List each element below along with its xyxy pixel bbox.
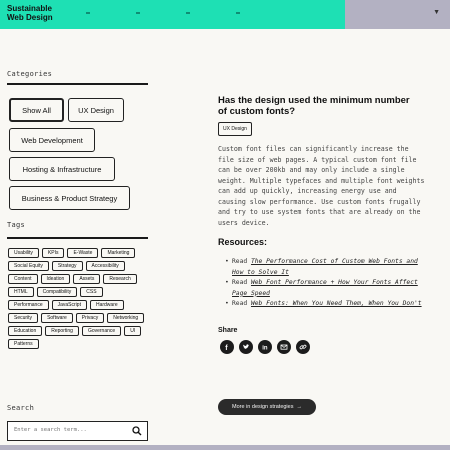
category-business-product-strategy[interactable]: Business & Product Strategy [9,186,130,210]
divider [7,83,148,85]
tag-reporting[interactable]: Reporting [45,326,79,336]
resource-prefix: Read [232,258,251,265]
tag-content[interactable]: Content [8,274,38,284]
resources-heading: Resources: [218,237,268,247]
search-box [7,421,148,441]
resource-prefix: Read [232,279,251,287]
share-facebook-button[interactable]: f [220,340,234,354]
page-title: Has the design used the minimum number o… [218,95,410,117]
share-linkedin-button[interactable]: in [258,340,272,354]
site-logo[interactable]: Sustainable Web Design [7,4,53,22]
arrow-right-icon: → [296,404,302,410]
search-icon[interactable] [132,426,142,436]
tag-assets[interactable]: Assets [73,274,101,284]
tag-ui[interactable]: UI [124,326,142,336]
guideline-tag[interactable]: UX Design [218,122,252,136]
tag-patterns[interactable]: Patterns [8,339,39,349]
tag-e-waste[interactable]: E-Waste [67,248,99,258]
category-hosting-infrastructure[interactable]: Hosting & Infrastructure [9,157,115,181]
nav-item[interactable] [86,12,90,14]
search-heading: Search [7,404,35,412]
footer-bar [0,445,450,450]
tag-javascript[interactable]: JavaScript [51,300,87,310]
resource-link[interactable]: Web Font Performance + How Your Fonts Af… [232,279,418,297]
tag-research[interactable]: Research [103,274,137,284]
resource-link[interactable]: The Performance Cost of Custom Web Fonts… [232,258,418,276]
resource-prefix: Read [232,300,251,308]
tag-governance[interactable]: Governance [81,326,122,336]
category-web-development[interactable]: Web Development [9,128,95,152]
share-email-button[interactable] [277,340,291,354]
tag-security[interactable]: Security [8,313,39,323]
tag-strategy[interactable]: Strategy [51,261,83,271]
language-select[interactable]: ▼ [345,0,450,29]
link-icon [299,344,307,350]
resource-link[interactable]: Web Fonts: When You Need Them, When You … [251,300,422,307]
nav-item[interactable] [186,12,190,14]
svg-text:in: in [262,346,268,351]
more-button-label: More in design strategies [232,404,294,410]
share-twitter-button[interactable] [239,340,253,354]
guideline-description: Custom font files can significantly incr… [218,145,425,227]
tags-heading: Tags [7,221,26,229]
svg-text:f: f [225,345,228,351]
tag-hardware[interactable]: Hardware [89,300,124,310]
tag-marketing[interactable]: Marketing [101,248,136,258]
nav-item[interactable] [136,12,140,14]
share-buttons: f in [220,340,310,354]
tag-accessibility[interactable]: Accessibility [85,261,125,271]
tag-education[interactable]: Education [8,326,43,336]
chevron-down-icon: ▼ [433,9,440,16]
category-show-all[interactable]: Show All [9,98,64,122]
logo-line-2: Web Design [7,13,53,22]
share-heading: Share [218,327,238,334]
tag-kpis[interactable]: KPIs [41,248,65,258]
list-item: Read The Performance Cost of Custom Web … [225,257,430,278]
tag-list: Usability KPIs E-Waste Marketing Social … [8,248,146,349]
search-input[interactable] [14,427,124,433]
twitter-icon [243,344,250,349]
list-item: Read Web Font Performance + How Your Fon… [225,278,430,299]
tag-software[interactable]: Software [41,313,73,323]
tag-privacy[interactable]: Privacy [75,313,105,323]
nav-item[interactable] [236,12,240,14]
list-item: Read Web Fonts: When You Need Them, When… [225,299,430,310]
divider [7,237,148,239]
main-nav [86,12,240,14]
facebook-icon: f [225,345,228,351]
tag-usability[interactable]: Usability [8,248,39,258]
tag-compatibility[interactable]: Compatibility [36,287,78,297]
tag-performance[interactable]: Performance [8,300,49,310]
linkedin-icon: in [262,346,268,351]
resources-list: Read The Performance Cost of Custom Web … [225,257,430,310]
tag-html[interactable]: HTML [8,287,34,297]
email-icon [280,344,288,350]
logo-line-1: Sustainable [7,4,52,13]
tag-networking[interactable]: Networking [107,313,145,323]
category-ux-design[interactable]: UX Design [68,98,124,122]
tag-ideation[interactable]: Ideation [40,274,71,284]
categories-heading: Categories [7,70,53,78]
tag-social-equity[interactable]: Social Equity [8,261,49,271]
more-in-category-button[interactable]: More in design strategies → [218,399,316,415]
share-link-button[interactable] [296,340,310,354]
tag-css[interactable]: CSS [80,287,103,297]
